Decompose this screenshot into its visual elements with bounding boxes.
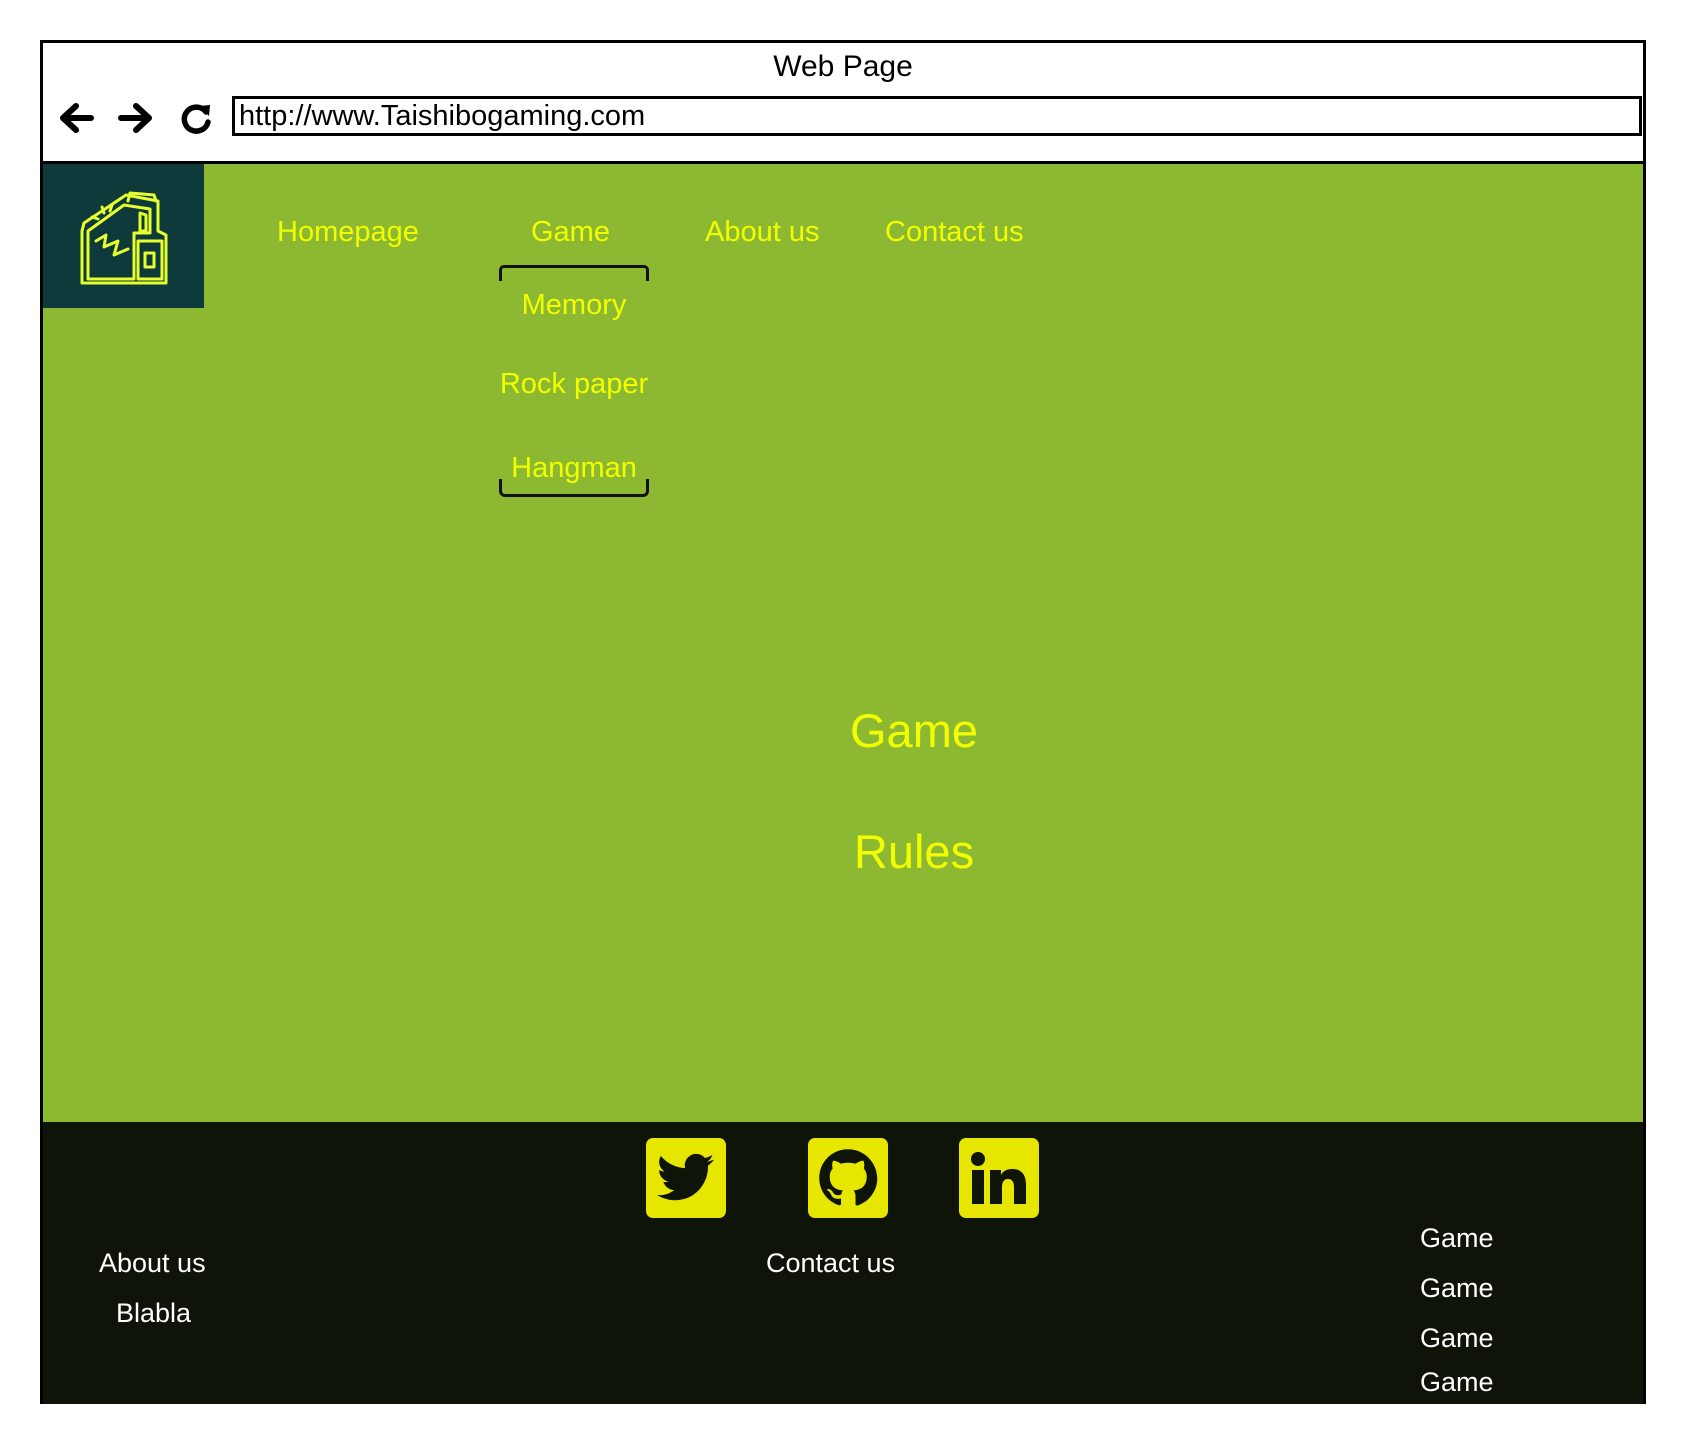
arrow-left-icon (60, 103, 94, 133)
browser-window: Web Page http://www.Taishibogaming.com H… (40, 40, 1646, 1404)
site-logo[interactable] (43, 164, 204, 308)
dropdown-bottom-border (499, 479, 649, 497)
forward-button[interactable] (111, 96, 161, 140)
dropdown-top-border (499, 265, 649, 281)
game-dropdown-menu: Memory Rock paper Hangman (499, 265, 649, 497)
linkedin-link[interactable] (959, 1138, 1039, 1218)
footer-game-link[interactable]: Game (1420, 1367, 1494, 1398)
footer-contact-link[interactable]: Contact us (766, 1248, 895, 1279)
twitter-icon (657, 1153, 715, 1201)
reload-button[interactable] (171, 96, 221, 140)
arrow-right-icon (118, 103, 152, 133)
github-icon (819, 1149, 878, 1206)
window-title: Web Page (773, 50, 913, 83)
twitter-link[interactable] (646, 1138, 726, 1218)
arcade-cabinet-icon (80, 191, 167, 285)
main-heading: Game (850, 704, 978, 757)
footer-about-text: Blabla (116, 1298, 192, 1328)
address-bar[interactable]: http://www.Taishibogaming.com (232, 96, 1642, 136)
back-button[interactable] (51, 96, 101, 140)
dropdown-item-rock-paper[interactable]: Rock paper (479, 368, 669, 401)
linkedin-icon (971, 1152, 1026, 1204)
site-footer: About us Blabla Contact us Game Game Gam… (43, 1122, 1643, 1404)
nav-game[interactable]: Game (531, 216, 610, 249)
nav-homepage[interactable]: Homepage (277, 216, 419, 249)
footer-game-link[interactable]: Game (1420, 1273, 1494, 1304)
reload-icon (181, 104, 211, 134)
dropdown-item-memory[interactable]: Memory (479, 289, 669, 322)
github-link[interactable] (808, 1138, 888, 1218)
nav-about-us[interactable]: About us (705, 216, 819, 249)
footer-game-link[interactable]: Game (1420, 1323, 1494, 1354)
site-main: Homepage Game About us Contact us Memory… (43, 164, 1643, 1122)
nav-contact-us[interactable]: Contact us (885, 216, 1024, 249)
footer-about-title[interactable]: About us (99, 1248, 206, 1279)
footer-game-link[interactable]: Game (1420, 1223, 1494, 1254)
browser-chrome: Web Page http://www.Taishibogaming.com (43, 43, 1643, 164)
main-subheading: Rules (853, 825, 975, 878)
